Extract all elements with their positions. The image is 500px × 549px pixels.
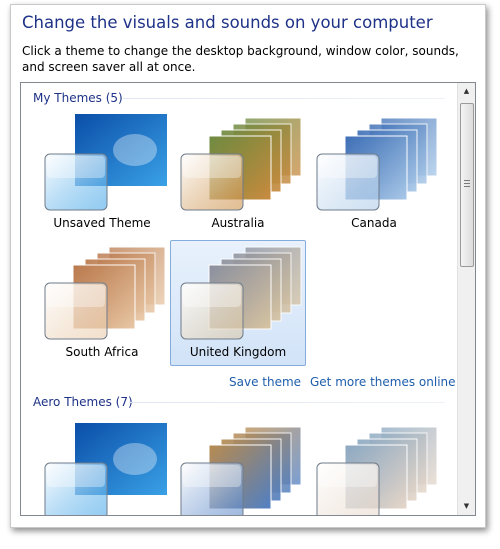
- theme-thumbnail-canada: [316, 117, 438, 211]
- theme-label: Australia: [211, 216, 265, 230]
- theme-label: Unsaved Theme: [53, 216, 151, 230]
- page-title: Change the visuals and sounds on your co…: [22, 13, 433, 32]
- save-theme-link[interactable]: Save theme: [229, 375, 301, 389]
- scrollbar-grip: [464, 186, 470, 187]
- wallpaper-glow: [113, 443, 157, 475]
- group-header-aero-themes: Aero Themes (7): [33, 395, 133, 409]
- theme-label: Canada: [351, 216, 397, 230]
- swatch-gloss: [183, 285, 241, 307]
- vertical-scrollbar[interactable]: ▲ ▼: [457, 83, 475, 515]
- theme-tile-australia[interactable]: Australia: [170, 111, 306, 237]
- swatch-gloss: [183, 465, 241, 487]
- theme-tile-aero-1[interactable]: [34, 420, 170, 515]
- scrollbar-grip: [464, 180, 470, 181]
- theme-thumbnail-unsaved: [44, 114, 167, 211]
- theme-tile-canada[interactable]: Canada: [306, 111, 442, 237]
- personalization-panel: Change the visuals and sounds on your co…: [10, 4, 486, 528]
- scroll-down-arrow-icon[interactable]: ▼: [458, 498, 475, 515]
- theme-list: My Themes (5) Unsaved Theme Australia Ca…: [20, 82, 476, 516]
- theme-tile-aero-2[interactable]: [170, 420, 306, 515]
- theme-thumbnail-australia: [180, 117, 302, 211]
- theme-thumbnail-aero-1: [44, 423, 167, 515]
- swatch-gloss: [47, 156, 105, 178]
- theme-tile-south-africa[interactable]: South Africa: [34, 240, 170, 366]
- swatch-gloss: [183, 156, 241, 178]
- theme-thumbnail-aero-3: [316, 426, 438, 515]
- theme-label: United Kingdom: [189, 345, 287, 359]
- theme-thumbnail-united-kingdom: [180, 246, 302, 340]
- wallpaper-glow: [113, 134, 157, 166]
- swatch-gloss: [47, 465, 105, 487]
- theme-label: South Africa: [65, 345, 139, 359]
- group-divider: [123, 98, 445, 99]
- theme-thumbnail-south-africa: [44, 246, 166, 340]
- scrollbar-thumb[interactable]: [460, 103, 474, 267]
- theme-tile-unsaved[interactable]: Unsaved Theme: [34, 111, 170, 237]
- group-header-my-themes: My Themes (5): [33, 91, 123, 105]
- scrollbar-grip: [464, 183, 470, 184]
- theme-thumbnail-aero-2: [180, 426, 302, 515]
- page-description: Click a theme to change the desktop back…: [22, 44, 459, 74]
- scroll-up-arrow-icon[interactable]: ▲: [458, 83, 475, 100]
- group-divider: [129, 402, 445, 403]
- swatch-gloss: [47, 285, 105, 307]
- get-more-themes-link[interactable]: Get more themes online: [310, 375, 456, 389]
- swatch-gloss: [319, 465, 377, 487]
- theme-tile-united-kingdom[interactable]: United Kingdom: [170, 240, 306, 366]
- swatch-gloss: [319, 156, 377, 178]
- theme-tile-aero-3[interactable]: [306, 420, 442, 515]
